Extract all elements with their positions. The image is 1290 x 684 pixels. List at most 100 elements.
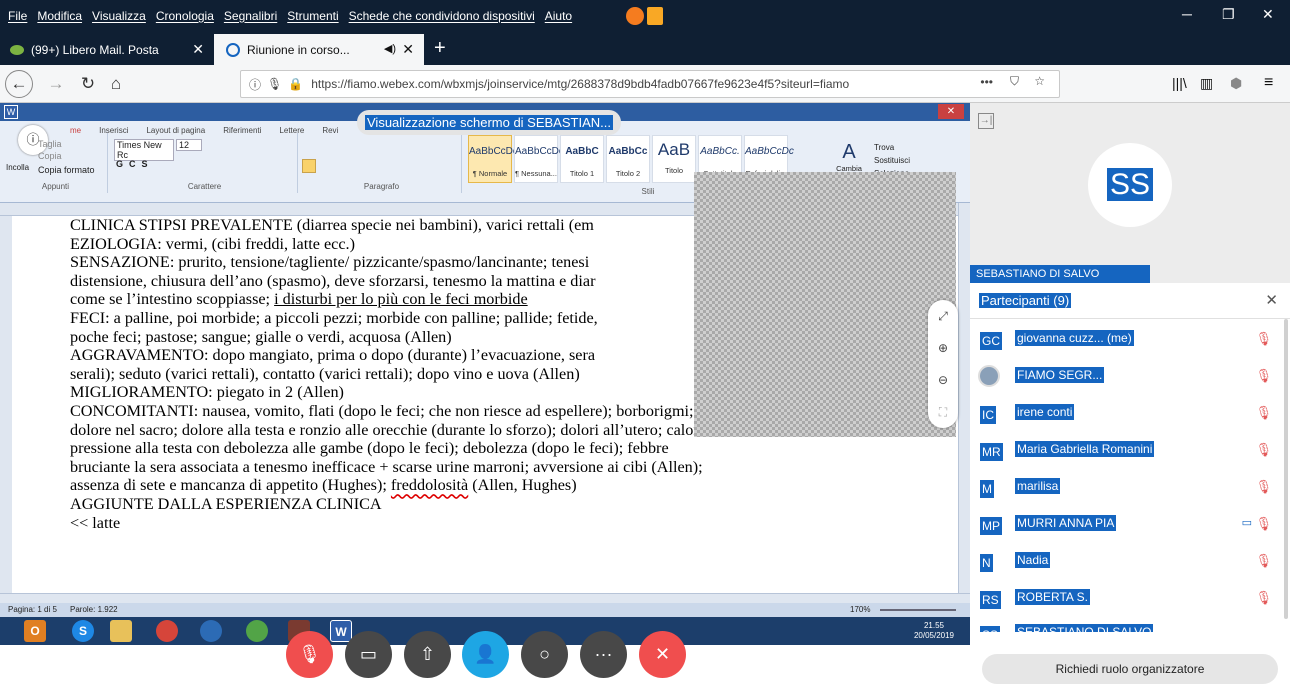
font-size-select[interactable]: 12: [176, 139, 202, 151]
menu-cronologia[interactable]: Cronologia: [156, 9, 214, 23]
participant-row[interactable]: M marilisa 🎙: [970, 470, 1290, 507]
participants-button[interactable]: 👤: [462, 631, 509, 678]
video-button[interactable]: ▭: [345, 631, 392, 678]
group-label: Appunti: [41, 182, 70, 191]
media-taskbar-icon[interactable]: [246, 620, 268, 642]
zoom-out-icon[interactable]: ⊖: [928, 364, 958, 396]
menu-strumenti[interactable]: Strumenti: [287, 9, 338, 23]
style-titolo[interactable]: AaB Titolo: [652, 135, 696, 183]
leave-meeting-button[interactable]: ✕: [639, 631, 686, 678]
outlook-taskbar-icon[interactable]: O: [24, 620, 46, 642]
format-painter-button[interactable]: Copia formato: [38, 165, 95, 175]
menu-schede[interactable]: Schede che condividono dispositivi: [349, 9, 535, 23]
participant-name: giovanna cuzz... (me): [1015, 330, 1134, 346]
speaker-icon[interactable]: ◀): [384, 42, 396, 55]
actual-size-icon[interactable]: ⛶: [928, 396, 958, 428]
active-speaker-video[interactable]: →| SS SEBASTIANO DI SALVO: [970, 103, 1290, 283]
menu-segnalibri[interactable]: Segnalibri: [224, 9, 277, 23]
close-participants-icon[interactable]: ✕: [1265, 291, 1278, 309]
info-icon[interactable]: ⓘ: [249, 76, 261, 93]
shield-icon[interactable]: ⬢: [1230, 75, 1242, 92]
menu-modifica[interactable]: Modifica: [37, 9, 82, 23]
font-name-select[interactable]: Times New Rc: [114, 139, 174, 161]
word-taskbar-icon[interactable]: W: [330, 620, 352, 642]
group-label: Carattere: [187, 182, 222, 191]
fit-icon[interactable]: ⤢: [928, 300, 958, 332]
participant-row[interactable]: RS ROBERTA S. 🎙: [970, 581, 1290, 618]
style-normale[interactable]: AaBbCcDc ¶ Normale: [468, 135, 518, 183]
page-count[interactable]: Pagina: 1 di 5: [8, 605, 57, 614]
participant-row[interactable]: GC giovanna cuzz... (me) 🎙: [970, 322, 1290, 359]
close-tab-icon[interactable]: ✕: [402, 41, 414, 58]
group-appunti: Incolla Taglia Copia Copia formato Appun…: [4, 133, 108, 193]
pocket-icon[interactable]: ⛉: [1010, 74, 1019, 89]
participant-row[interactable]: FIAMO SEGR... 🎙: [970, 359, 1290, 396]
zoom-level[interactable]: 170%: [850, 605, 870, 614]
menu-visualizza[interactable]: Visualizza: [92, 9, 146, 23]
participant-name: Nadia: [1015, 552, 1051, 568]
participant-row[interactable]: SS SEBASTIANO DI SALVO: [970, 618, 1290, 632]
upload-icon: ⇧: [419, 644, 436, 664]
zoom-controls: ⤢ ⊕ ⊖ ⛶: [928, 300, 958, 428]
page-actions-icon[interactable]: •••: [980, 75, 993, 89]
participant-row[interactable]: MR Maria Gabriella Romanini 🎙: [970, 433, 1290, 470]
zoom-in-icon[interactable]: ⊕: [928, 332, 958, 364]
style-nessuna[interactable]: AaBbCcDc ¶ Nessuna...: [514, 135, 564, 183]
library-icon[interactable]: |||\: [1172, 75, 1187, 91]
taskbar-clock[interactable]: 21.55 20/05/2019: [914, 621, 954, 641]
participant-row[interactable]: MP MURRI ANNA PIA ▭ 🎙: [970, 507, 1290, 544]
menu-file[interactable]: File: [8, 9, 27, 23]
copy-button[interactable]: Copia: [38, 151, 62, 161]
explorer-taskbar-icon[interactable]: [110, 620, 132, 642]
participant-initials: IC: [980, 406, 996, 424]
skype-taskbar-icon[interactable]: S: [72, 620, 94, 642]
minimize-window-button[interactable]: ─: [1182, 6, 1192, 22]
collapse-video-icon[interactable]: →|: [978, 113, 994, 129]
vertical-ruler[interactable]: [0, 216, 12, 593]
microphone-muted-icon: 🎙: [298, 644, 321, 664]
forward-button[interactable]: →: [44, 72, 68, 96]
more-options-button[interactable]: ···: [580, 631, 627, 678]
word-count[interactable]: Parole: 1.922: [70, 605, 118, 614]
url-bar[interactable]: ⓘ 🎙 🔒 https://fiamo.webex.com/wbxmjs/joi…: [240, 70, 1060, 98]
permissions-icon[interactable]: 🎙: [267, 77, 282, 91]
chrome-taskbar-icon[interactable]: [156, 620, 178, 642]
replace-button[interactable]: Sostituisci: [874, 154, 910, 167]
align-left-button[interactable]: [302, 159, 316, 173]
bookmark-star-icon[interactable]: ☆: [1034, 74, 1045, 88]
cut-button[interactable]: Taglia: [38, 139, 62, 149]
restore-window-button[interactable]: ❐: [1222, 6, 1235, 23]
font-format-buttons[interactable]: GCS: [116, 159, 154, 169]
mute-microphone-button[interactable]: 🎙: [286, 631, 333, 678]
close-tab-icon[interactable]: ✕: [192, 41, 204, 58]
share-button[interactable]: ⇧: [404, 631, 451, 678]
hamburger-menu-icon[interactable]: ≡: [1264, 74, 1273, 92]
tab-label: (99+) Libero Mail. Posta: [31, 42, 159, 57]
presenter-name: SEBASTIANO DI SALVO: [970, 265, 1150, 283]
firefox-taskbar-icon[interactable]: [200, 620, 222, 642]
sharing-indicator[interactable]: [626, 7, 663, 25]
back-button[interactable]: ←: [5, 70, 33, 98]
tab-libero-mail[interactable]: (99+) Libero Mail. Posta ✕: [0, 34, 214, 65]
participants-header: Partecipanti (9) ✕: [970, 283, 1290, 319]
sidebar-icon[interactable]: ▥: [1200, 75, 1213, 92]
home-button[interactable]: ⌂: [104, 72, 128, 96]
style-titolo1[interactable]: AaBbC Titolo 1: [560, 135, 604, 183]
shared-screen: W ✕ ⓘ me Inserisci Layout di pagina Rife…: [0, 103, 970, 645]
vertical-scrollbar[interactable]: [958, 203, 970, 593]
word-close-button[interactable]: ✕: [938, 104, 964, 119]
chat-button[interactable]: ○: [521, 631, 568, 678]
participant-icon: 👤: [474, 644, 497, 664]
participant-initials: GC: [980, 332, 1002, 350]
participant-row[interactable]: IC irene conti 🎙: [970, 396, 1290, 433]
zoom-slider[interactable]: [880, 609, 956, 611]
paste-button[interactable]: Incolla: [6, 163, 29, 172]
close-window-button[interactable]: ✕: [1262, 6, 1274, 23]
participant-row[interactable]: N Nadia 🎙: [970, 544, 1290, 581]
menu-aiuto[interactable]: Aiuto: [545, 9, 572, 23]
style-titolo2[interactable]: AaBbCc Titolo 2: [606, 135, 650, 183]
find-button[interactable]: Trova: [874, 141, 910, 154]
reload-button[interactable]: ↻: [76, 72, 100, 96]
tab-riunione[interactable]: Riunione in corso... ◀) ✕: [214, 34, 424, 65]
new-tab-button[interactable]: +: [434, 37, 446, 60]
